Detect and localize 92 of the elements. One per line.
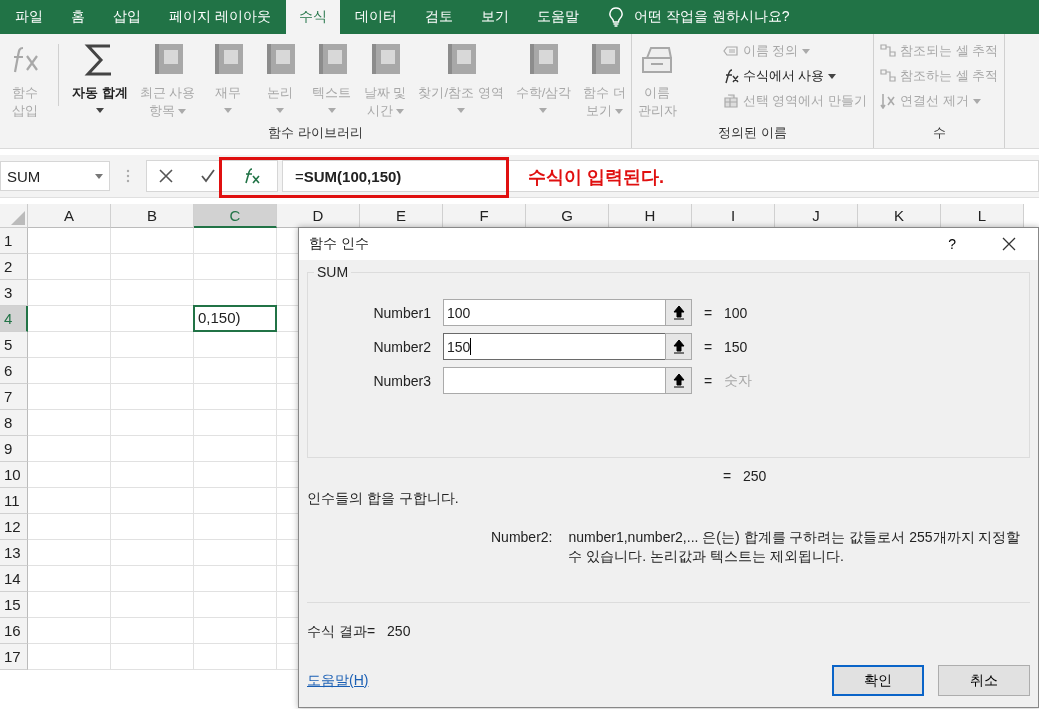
trace-arrows-icon [880,68,896,84]
annotation-text: 수식이 입력된다. [528,166,664,189]
column-header[interactable]: F [443,204,526,228]
collapse-dialog-button[interactable] [665,333,692,360]
column-header[interactable]: J [775,204,858,228]
argument-field[interactable]: 100 [443,299,665,326]
table-icon [722,93,739,109]
grip-icon [126,168,130,184]
dialog-button[interactable]: 확인 [832,665,924,696]
column-header[interactable]: L [941,204,1024,228]
row-header[interactable]: 10 [0,462,28,488]
row-header[interactable]: 1 [0,228,28,254]
ribbon-tab[interactable]: 홈 [58,0,98,34]
row-header[interactable]: 11 [0,488,28,514]
ribbon-group-label: 정의된 이름 [717,124,788,142]
row-header[interactable]: 13 [0,540,28,566]
column-header[interactable]: D [277,204,360,228]
column-header[interactable]: I [692,204,775,228]
column-header[interactable]: C [194,204,277,228]
total-result: 250 [743,468,767,484]
insert-function-icon[interactable] [243,168,261,184]
cancel-icon[interactable] [159,169,173,183]
trace-arrows-icon [880,43,896,59]
ribbon-tab[interactable]: 페이지 레이아웃 [156,0,284,34]
checkmark-icon[interactable] [201,169,215,183]
ribbon-tab[interactable]: 데이터 [341,0,410,34]
equals-sign: = [704,304,714,321]
row-header[interactable]: 15 [0,592,28,618]
parameter-name: Number2: [491,528,553,547]
dialog-button[interactable]: 취소 [938,665,1030,696]
remove-arrows-icon [880,93,896,109]
function-name: SUM [314,264,352,280]
argument-result: 150 [724,338,748,355]
row-header[interactable]: 8 [0,410,28,436]
active-cell[interactable]: 0,150) [193,305,277,332]
ribbon-button[interactable]: 자동 합계 [71,38,129,115]
ribbon-tab[interactable]: 삽입 [100,0,154,34]
row-header[interactable]: 12 [0,514,28,540]
parameter-description: number1,number2,... 은(는) 합계를 구하려는 값들로서 255개까지 지정할 수 있습니다. 논리값과 텍스트는 제외됩니다. [568,528,1022,566]
row-header[interactable]: 9 [0,436,28,462]
row-header[interactable]: 14 [0,566,28,592]
tell-me-field[interactable]: 어떤 작업을 원하시나요? [633,8,790,26]
equals-sign: = [704,338,714,355]
argument-label: Number3 [372,372,432,389]
function-icon [722,68,739,84]
ribbon-tab[interactable]: 수식 [285,0,340,34]
collapse-dialog-button[interactable] [665,299,692,326]
argument-field[interactable]: 150 [443,333,665,360]
row-header[interactable]: 17 [0,644,28,670]
triangle-icon [11,211,25,225]
help-link[interactable]: 도움말(H) [307,671,818,690]
row-header[interactable]: 4 [0,306,28,332]
argument-label: Number1 [372,304,432,321]
column-header[interactable]: E [360,204,443,228]
column-header[interactable]: K [858,204,941,228]
column-header[interactable]: G [526,204,609,228]
close-icon[interactable] [1002,237,1016,251]
ribbon-button[interactable]: 수식에서 사용 [720,65,869,87]
row-header[interactable]: 16 [0,618,28,644]
ribbon-group-label: 함수 라이브러리 [267,124,364,142]
formula-result-value: 250 [387,623,411,641]
function-description: 인수들의 합을 구합니다. [307,490,460,508]
ribbon-tab[interactable]: 도움말 [523,0,592,34]
collapse-dialog-button[interactable] [665,367,692,394]
label-icon [722,43,739,59]
up-arrow-icon [672,372,685,389]
ribbon-tab[interactable]: 보기 [467,0,522,34]
lightbulb-icon[interactable] [607,7,624,27]
row-header[interactable]: 5 [0,332,28,358]
argument-result: 100 [724,304,748,321]
name-box[interactable]: SUM [0,161,110,191]
column-header[interactable]: B [111,204,194,228]
up-arrow-icon [672,304,685,321]
row-header[interactable]: 2 [0,254,28,280]
argument-result: 숫자 [724,371,752,390]
caret-icon [95,173,103,179]
row-header[interactable]: 6 [0,358,28,384]
up-arrow-icon [672,338,685,355]
argument-field[interactable] [443,367,665,394]
equals-sign: = [723,468,733,484]
ribbon-tab[interactable]: 파일 [2,0,56,34]
row-header[interactable]: 3 [0,280,28,306]
help-button[interactable]: ? [942,235,962,253]
dialog-title: 함수 인수 [309,235,370,253]
ribbon-tab[interactable]: 검토 [411,0,466,34]
row-header[interactable]: 7 [0,384,28,410]
equals-sign: = [704,372,714,389]
column-header[interactable]: A [28,204,111,228]
argument-label: Number2 [372,338,432,355]
formula-result-label: 수식 결과= [307,623,376,641]
ribbon-group-label: 수 [931,124,947,142]
column-header[interactable]: H [609,204,692,228]
